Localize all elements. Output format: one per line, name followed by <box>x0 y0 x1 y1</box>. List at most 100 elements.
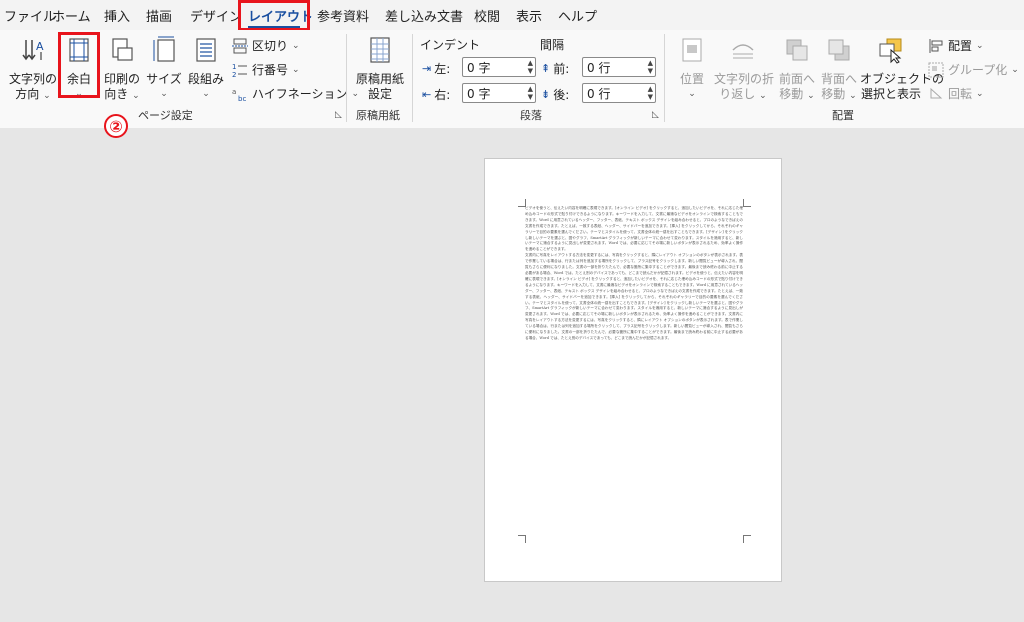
send-backward-icon <box>828 39 850 61</box>
position-button[interactable]: 位置 ⌄ <box>672 36 712 102</box>
rotate-button[interactable]: 回転 ⌄ <box>928 85 984 102</box>
manuscript-settings-button[interactable]: 原稿用紙 設定 <box>354 36 406 102</box>
columns-label: 段組み <box>187 72 224 86</box>
spinner-arrows-icon[interactable]: ▲ ▼ <box>528 58 533 76</box>
svg-text:2: 2 <box>232 71 236 78</box>
spinner-arrows-icon[interactable]: ▲ ▼ <box>648 84 653 102</box>
tab-help[interactable]: ヘルプ <box>558 6 597 25</box>
orientation-icon <box>112 38 133 61</box>
selection-pane-button[interactable]: オブジェクトの 選択と表示 <box>860 36 945 102</box>
breaks-icon <box>232 38 248 53</box>
tab-file[interactable]: ファイル <box>4 6 56 25</box>
spacing-after-input[interactable]: 0 行 ▲ ▼ <box>582 83 656 103</box>
wrap-text-label-2: り返し <box>719 87 756 101</box>
chevron-down-icon: ⌄ <box>759 91 767 101</box>
page-setup-dialog-launcher-icon[interactable]: ◺ <box>335 110 342 120</box>
bring-forward-label-2: 移動 <box>779 87 804 101</box>
indent-right-input[interactable]: 0 字 ▲ ▼ <box>462 83 536 103</box>
breaks-label: 区切り <box>252 39 289 53</box>
group-label: グループ化 <box>948 63 1008 77</box>
tab-draw[interactable]: 描画 <box>146 6 172 25</box>
tab-home[interactable]: ホーム <box>52 6 91 25</box>
chevron-down-icon: ⌄ <box>292 40 300 51</box>
indent-left-input[interactable]: 0 字 ▲ ▼ <box>462 57 536 77</box>
selection-pane-label-1: オブジェクトの <box>860 72 945 86</box>
spinner-arrows-icon[interactable]: ▲ ▼ <box>528 84 533 102</box>
indent-right-label: 右: <box>434 88 451 102</box>
size-button[interactable]: サイズ ⌄ <box>146 36 182 102</box>
send-backward-label-2: 移動 <box>821 87 846 101</box>
breaks-button[interactable]: 区切り ⌄ <box>232 37 300 54</box>
chevron-down-icon: ⌄ <box>1011 64 1019 75</box>
chevron-down-icon: ⌄ <box>976 40 984 51</box>
tab-review[interactable]: 校閲 <box>474 6 500 25</box>
paragraph-group-label: 段落 <box>520 109 542 122</box>
highlight-layout-tab <box>238 0 310 31</box>
indent-right-value: 0 字 <box>467 86 491 101</box>
wrap-text-button[interactable]: 文字列の折 り返し ⌄ <box>714 36 775 104</box>
tab-design[interactable]: デザイン <box>190 6 242 25</box>
align-icon <box>929 38 943 53</box>
tab-references[interactable]: 参考資料 <box>317 6 369 25</box>
margin-corner-mark <box>743 535 751 543</box>
margin-corner-mark <box>518 535 526 543</box>
wrap-text-label-1: 文字列の折 <box>714 72 775 86</box>
chevron-down-icon: ⌄ <box>43 91 51 101</box>
spacing-before-input[interactable]: 0 行 ▲ ▼ <box>582 57 656 77</box>
paragraph-dialog-launcher-icon[interactable]: ◺ <box>652 110 659 120</box>
manuscript-paper-icon <box>370 37 390 63</box>
svg-text:a: a <box>232 88 236 96</box>
indent-left-label: 左: <box>434 62 451 76</box>
page-setup-group-label: ページ設定 <box>138 109 193 122</box>
ribbon-tab-bar: ファイル ホーム 挿入 描画 デザイン レイアウト 参考資料 差し込み文書 校閲… <box>0 0 1024 30</box>
chevron-down-icon: ⌄ <box>132 91 140 101</box>
rotate-icon <box>930 87 943 98</box>
text-direction-label-2: 方向 <box>15 87 40 101</box>
chevron-down-icon: ⌄ <box>688 89 696 99</box>
margin-corner-mark <box>743 199 751 207</box>
chevron-down-icon: ⌄ <box>202 89 210 99</box>
line-numbers-button[interactable]: 12 行番号 ⌄ <box>232 61 300 78</box>
document-body[interactable]: ビデオを使うと、伝えたい内容を明確に表現できます。[オンライン ビデオ] をクリ… <box>525 206 743 521</box>
indent-left-icon: ⇥ <box>422 62 432 75</box>
selection-pane-icon <box>879 38 902 64</box>
orientation-button[interactable]: 印刷の 向き ⌄ <box>102 36 142 104</box>
manuscript-label-1: 原稿用紙 <box>355 72 404 86</box>
rotate-label: 回転 <box>948 87 973 101</box>
columns-button[interactable]: 段組み ⌄ <box>186 36 226 102</box>
group-button[interactable]: グループ化 ⌄ <box>928 61 1019 78</box>
bring-forward-icon <box>786 39 808 61</box>
document-page[interactable]: ビデオを使うと、伝えたい内容を明確に表現できます。[オンライン ビデオ] をクリ… <box>484 158 782 582</box>
spacing-after-label: 後: <box>553 88 570 102</box>
spacing-before-label: 前: <box>553 62 570 76</box>
hyphenation-button[interactable]: a bc ハイフネーション ⌄ <box>232 85 359 102</box>
position-icon <box>682 38 702 62</box>
chevron-down-icon: ⌄ <box>976 88 984 99</box>
tab-view[interactable]: 表示 <box>516 6 542 25</box>
spacing-before-icon: ⇞ <box>541 62 551 75</box>
highlight-margins-button <box>58 32 100 98</box>
hyphenation-label: ハイフネーション <box>252 87 348 101</box>
tab-insert[interactable]: 挿入 <box>104 6 130 25</box>
spacing-after-value: 0 行 <box>587 86 611 101</box>
send-backward-button[interactable]: 背面へ 移動 ⌄ <box>818 36 860 104</box>
svg-text:bc: bc <box>238 95 246 102</box>
orientation-label-2: 向き <box>104 87 129 101</box>
spinner-arrows-icon[interactable]: ▲ ▼ <box>648 58 653 76</box>
svg-text:1: 1 <box>232 63 236 71</box>
chevron-down-icon: ⌄ <box>849 91 857 101</box>
manuscript-label-2: 設定 <box>367 87 392 101</box>
bring-forward-label-1: 前面へ <box>778 72 815 86</box>
tab-mailings[interactable]: 差し込み文書 <box>385 6 463 25</box>
align-button[interactable]: 配置 ⌄ <box>928 37 984 54</box>
text-direction-button[interactable]: A 文字列の 方向 ⌄ <box>8 36 58 104</box>
indent-label: インデント <box>420 38 481 52</box>
step-2-badge: ② <box>104 114 128 138</box>
document-paragraph: ビデオを使うと、伝えたい内容を明確に表現できます。[オンライン ビデオ] をクリ… <box>525 206 743 252</box>
spacing-after-icon: ⇟ <box>541 88 551 101</box>
bring-forward-button[interactable]: 前面へ 移動 ⌄ <box>776 36 818 104</box>
spacing-label: 間隔 <box>540 38 565 52</box>
indent-left-value: 0 字 <box>467 60 491 75</box>
indent-right-icon: ⇤ <box>422 88 432 101</box>
svg-text:A: A <box>36 40 44 53</box>
